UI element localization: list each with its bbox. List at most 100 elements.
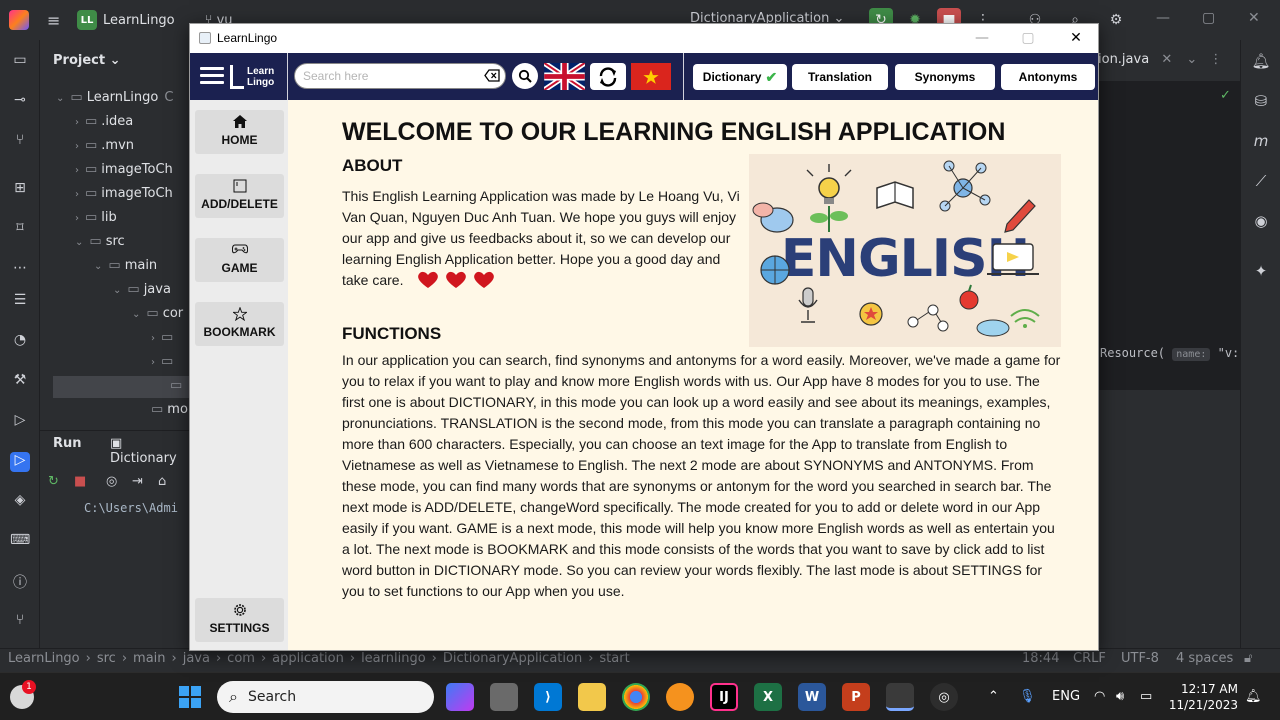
rerun-icon[interactable]: ↻ — [48, 474, 59, 489]
database-icon[interactable]: ⛁ — [1251, 92, 1271, 110]
tab-synonyms[interactable]: Synonyms — [895, 64, 995, 90]
terminal-tool-icon[interactable]: ⌨ — [10, 532, 30, 552]
maximize-button[interactable]: ▢ — [1014, 27, 1042, 49]
camera-icon[interactable]: ◎ — [106, 474, 117, 489]
uk-flag-icon[interactable] — [542, 60, 587, 93]
tree-item[interactable]: › ▭ imageToCh — [75, 159, 173, 181]
swap-language-button[interactable] — [590, 63, 626, 90]
ide-minimize-icon[interactable]: — — [1156, 10, 1170, 26]
gradle-icon[interactable]: ⟋ — [1251, 172, 1271, 190]
chevron-right-icon[interactable]: › — [75, 165, 79, 176]
close-button[interactable]: ✕ — [1062, 27, 1090, 49]
tree-item[interactable]: ⌄ ▭ src — [75, 231, 125, 253]
microphone-icon[interactable]: 🎙︎ — [1019, 689, 1036, 704]
tab-dictionary[interactable]: Dictionary ✔ — [693, 64, 787, 90]
battery-icon[interactable]: ▭ — [1140, 689, 1152, 704]
tree-item[interactable]: ▭ — [170, 375, 186, 397]
tree-item[interactable]: ⌄ ▭ cor — [132, 303, 183, 325]
tree-item[interactable]: › ▭ .mvn — [75, 135, 134, 157]
breadcrumb-item[interactable]: application — [272, 651, 344, 666]
breadcrumb-item[interactable]: com — [227, 651, 255, 666]
lock-icon[interactable]: 🔓︎ — [1244, 651, 1252, 666]
run-tab[interactable]: ▣ Dictionary — [110, 436, 190, 466]
stop-icon[interactable]: ■ — [74, 474, 86, 489]
chevron-right-icon[interactable]: › — [151, 333, 155, 344]
breadcrumb-item[interactable]: DictionaryApplication — [443, 651, 582, 666]
tree-item[interactable]: ⌄ ▭ java — [113, 279, 171, 301]
sidebar-item-add-delete[interactable]: ADD/DELETE — [195, 174, 284, 218]
profiler-tool-icon[interactable]: ◔ — [10, 332, 30, 352]
tree-item[interactable]: › ▭ — [151, 327, 177, 349]
volume-icon[interactable]: 🔊︎ — [1116, 689, 1124, 704]
tab-translation[interactable]: Translation — [792, 64, 888, 90]
start-button[interactable] — [176, 683, 204, 711]
obs-app-icon[interactable]: ◎ — [930, 683, 958, 711]
clear-search-icon[interactable] — [484, 69, 500, 82]
build-tool-icon[interactable]: ⚒ — [10, 372, 30, 392]
copilot-app-icon[interactable] — [446, 683, 474, 711]
structure-tool-icon[interactable]: ⊞ — [10, 180, 30, 200]
indent-setting[interactable]: 4 spaces — [1176, 651, 1233, 666]
tray-overflow-icon[interactable]: ⌃ — [988, 689, 999, 704]
services-tool-icon[interactable]: ▷ — [10, 412, 30, 432]
chrome-app-icon[interactable] — [622, 683, 650, 711]
search-input[interactable] — [303, 67, 473, 85]
taskbar-search[interactable]: ⌕ Search — [217, 681, 434, 713]
vscode-app-icon[interactable]: ⟩ — [534, 683, 562, 711]
tree-item[interactable]: ⌄ ▭ main — [94, 255, 157, 277]
bookmarks-tool-icon[interactable]: ⌑ — [10, 220, 30, 240]
caret-position[interactable]: 18:44 — [1022, 651, 1059, 666]
settings-icon[interactable]: ⚙ — [1104, 8, 1128, 32]
sidebar-item-settings[interactable]: SETTINGS — [195, 598, 284, 642]
project-name[interactable]: LearnLingo — [103, 13, 175, 28]
excel-app-icon[interactable]: X — [754, 683, 782, 711]
task-view-icon[interactable] — [490, 683, 518, 711]
tree-item[interactable]: › ▭ — [151, 351, 177, 373]
system-clock[interactable]: 12:17 AM 11/21/2023 — [1168, 681, 1238, 713]
run-tool-icon[interactable]: ▷ — [10, 452, 30, 472]
git-tool-icon[interactable]: ⑂ — [10, 612, 30, 632]
problems-tool-icon[interactable]: ⓘ — [10, 572, 30, 592]
breadcrumb-item[interactable]: LearnLingo — [8, 651, 80, 666]
endpoints-icon[interactable]: ◉ — [1251, 212, 1271, 230]
vietnam-flag-icon[interactable] — [631, 63, 671, 90]
chevron-right-icon[interactable]: › — [75, 189, 79, 200]
wifi-icon[interactable]: ◠ — [1094, 689, 1105, 704]
chevron-down-icon[interactable]: ⌄ — [56, 93, 64, 104]
chevron-right-icon[interactable]: › — [151, 357, 155, 368]
tree-item[interactable]: › ▭ .idea — [75, 111, 133, 133]
notification-center-icon[interactable]: 🔔︎ — [1245, 689, 1262, 704]
powerpoint-app-icon[interactable]: P — [842, 683, 870, 711]
tree-item[interactable]: ▭ mo — [151, 399, 188, 421]
ide-maximize-icon[interactable]: ▢ — [1202, 10, 1215, 26]
file-encoding[interactable]: UTF-8 — [1121, 651, 1159, 666]
intellij-app-icon[interactable]: IJ — [710, 683, 738, 711]
tree-item[interactable]: › ▭ lib — [75, 207, 117, 229]
sidebar-item-home[interactable]: HOME — [195, 110, 284, 154]
chevron-down-icon[interactable]: ⌄ — [94, 261, 102, 272]
minimize-button[interactable]: — — [968, 27, 996, 49]
chevron-down-icon[interactable]: ⌄ — [75, 237, 83, 248]
layers-tool-icon[interactable]: ◈ — [10, 492, 30, 512]
search-button[interactable] — [512, 63, 538, 89]
exit-icon[interactable]: ⇥ — [132, 474, 143, 489]
breadcrumb-item[interactable]: src — [97, 651, 116, 666]
word-app-icon[interactable]: W — [798, 683, 826, 711]
tree-item[interactable]: ⌄ ▭ LearnLingo C — [56, 87, 173, 109]
ide-close-icon[interactable]: ✕ — [1248, 10, 1260, 26]
chevron-right-icon[interactable]: › — [75, 117, 79, 128]
sidebar-item-bookmark[interactable]: BOOKMARK — [195, 302, 284, 346]
todo-tool-icon[interactable]: ☰ — [10, 292, 30, 312]
breadcrumb-item[interactable]: main — [133, 651, 165, 666]
project-panel-title[interactable]: Project ⌄ — [53, 53, 121, 68]
breadcrumb-item[interactable]: start — [599, 651, 629, 666]
project-tool-icon[interactable]: ▭ — [10, 52, 30, 72]
layout-icon[interactable]: ⌂ — [158, 474, 166, 489]
vcs-tool-icon[interactable]: ⑂ — [10, 132, 30, 152]
breadcrumb-item[interactable]: learnlingo — [361, 651, 426, 666]
intellij-logo-icon[interactable] — [9, 10, 29, 30]
more-icon[interactable]: ⋮ — [1209, 52, 1222, 67]
chevron-right-icon[interactable]: › — [75, 141, 79, 152]
chevron-down-icon[interactable]: ⌄ — [132, 309, 140, 320]
run-panel-title[interactable]: Run — [53, 436, 82, 451]
